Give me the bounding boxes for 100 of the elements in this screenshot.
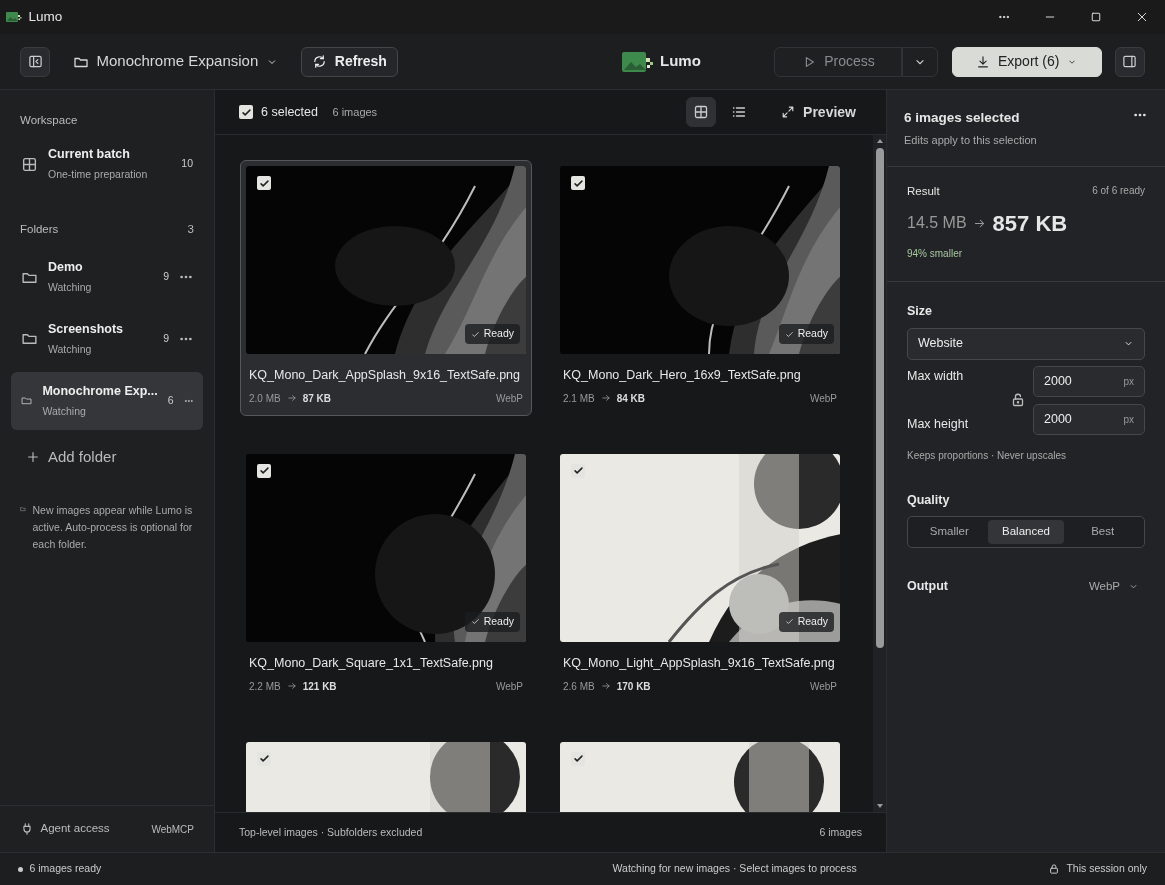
section-heading: Folders (20, 222, 59, 237)
size-label: Size (907, 303, 933, 321)
image-checkbox[interactable] (257, 176, 271, 190)
refresh-button[interactable]: Refresh (300, 46, 398, 77)
check-icon (258, 177, 270, 189)
savings-label: 94% smaller (907, 247, 964, 262)
grid-view-button[interactable] (686, 97, 717, 127)
export-button[interactable]: Export (6) (951, 46, 1102, 77)
app-logo-icon (6, 11, 22, 23)
scrollbar[interactable] (873, 135, 886, 812)
check-icon (784, 617, 794, 627)
quality-option[interactable]: Balanced (987, 519, 1065, 544)
refresh-icon (311, 54, 327, 69)
sidebar-toggle-icon (27, 54, 43, 69)
check-icon (470, 617, 480, 627)
status-message: 6 images ready (29, 861, 102, 877)
format-label: WebP (809, 679, 837, 694)
result-label: Result (907, 184, 940, 199)
maximize-icon[interactable] (1090, 11, 1102, 23)
ready-badge: Ready (778, 324, 834, 344)
check-icon (258, 465, 270, 477)
sidebar-item[interactable]: Screenshots Watching 9 (11, 310, 203, 368)
arrow-icon (286, 393, 297, 404)
image-count: 6 images (332, 104, 379, 120)
original-size: 2.0 MB (249, 391, 281, 406)
scroll-down-icon[interactable] (875, 802, 884, 810)
compressed-size: 87 KB (302, 391, 333, 406)
folder-dropdown[interactable]: Monochrome Expansion (66, 46, 285, 77)
image-checkbox[interactable] (571, 176, 585, 190)
download-icon (976, 54, 990, 69)
image-card[interactable]: Ready KQ_Mono_Dark_AppSplash_9x16_TextSafe.png 2.0 MB 87 KB WebP (240, 160, 532, 416)
ready-badge: Ready (778, 612, 834, 632)
format-label: WebP (809, 391, 837, 406)
status-dot (18, 866, 23, 872)
sidebar-toggle-button[interactable] (20, 46, 50, 77)
check-icon (258, 753, 270, 764)
panel-title: 6 images selected (904, 109, 1021, 127)
agent-access-value: WebMCP (151, 822, 194, 837)
result-status: 6 of 6 ready (1092, 184, 1145, 198)
section-heading: Workspace (20, 113, 78, 128)
sidebar-item[interactable]: Monochrome Exp... Watching 6 (11, 371, 203, 430)
selection-count: 6 selected (261, 103, 318, 121)
select-all-checkbox[interactable] (239, 105, 253, 119)
check-icon (240, 106, 252, 118)
image-card[interactable]: Ready KQ_Mono_Dark_Hero_16x9_TextSafe.png 2.1 MB 84 KB WebP (554, 160, 846, 416)
grid-footer-note: Top-level images · Subfolders excluded (239, 824, 423, 840)
output-dropdown[interactable]: WebP (1082, 573, 1145, 599)
panel-subtitle: Edits apply to this selection (904, 132, 1037, 148)
max-height-label: Max height (907, 416, 970, 434)
panel-toggle-icon (1122, 54, 1138, 69)
max-width-label: Max width (907, 367, 965, 385)
status-hint: Watching for new images · Select images to process (612, 861, 857, 877)
brand-logo-icon (621, 49, 654, 74)
result-total-size: 857 KB (992, 209, 1068, 238)
arrow-icon (600, 393, 611, 404)
plug-icon (20, 822, 34, 836)
max-width-field[interactable]: 2000 px (1033, 366, 1145, 397)
compressed-size: 121 KB (302, 679, 338, 694)
original-size: 2.2 MB (249, 679, 281, 694)
window-title: Lumo (28, 7, 64, 26)
plus-icon (26, 449, 40, 464)
check-icon (572, 465, 584, 477)
file-name: KQ_Mono_Dark_Hero_16x9_TextSafe.png (562, 367, 802, 384)
max-height-field[interactable]: 2000 px (1033, 403, 1145, 435)
grid-footer-count: 6 images (819, 824, 862, 840)
file-name: KQ_Mono_Light_AppSplash_9x16_TextSafe.png (562, 654, 836, 672)
check-icon (470, 329, 480, 339)
format-label: WebP (495, 679, 523, 694)
brand-name: Lumo (660, 51, 701, 72)
check-icon (572, 753, 584, 764)
grid-icon (21, 155, 38, 173)
original-total-size: 14.5 MB (907, 213, 967, 234)
quality-label: Quality (907, 491, 951, 509)
image-card[interactable]: Ready KQ_Mono_Dark_Square_1x1_TextSafe.png 2.2 MB 121 KB WebP (240, 447, 532, 704)
image-card[interactable]: Ready KQ_Mono_Light_AppSplash_9x16_TextSafe.png 2.6 MB 170 KB WebP (554, 447, 846, 704)
quality-option[interactable]: Best (1064, 519, 1141, 544)
quality-option[interactable]: Smaller (911, 519, 988, 544)
session-label: This session only (1066, 861, 1147, 877)
arrow-icon (600, 681, 611, 691)
output-label: Output (907, 578, 949, 595)
close-icon[interactable] (1136, 11, 1148, 23)
original-size: 2.6 MB (563, 679, 595, 694)
compressed-size: 84 KB (616, 391, 647, 406)
grid-icon (693, 104, 710, 120)
preview-button[interactable]: Preview (775, 97, 862, 127)
add-folder-button[interactable]: Add folder (20, 441, 214, 472)
format-label: WebP (495, 391, 523, 406)
size-hint: Keeps proportions · Never upscales (907, 448, 1067, 463)
scroll-up-icon[interactable] (875, 137, 884, 145)
panel-toggle-button[interactable] (1115, 46, 1145, 77)
list-icon (731, 104, 748, 120)
sidebar-item[interactable]: Current batch One-time preparation 10 (11, 137, 203, 191)
file-name: KQ_Mono_Dark_AppSplash_9x16_TextSafe.png (248, 367, 521, 384)
check-icon (784, 329, 794, 339)
size-dropdown[interactable]: Website (907, 327, 1145, 360)
sidebar-item[interactable]: Demo Watching 9 (11, 248, 203, 306)
arrow-icon (286, 681, 297, 691)
agent-access-label: Agent access (40, 821, 111, 837)
info-note: New images appear while Lumo is active. Auto-process is optional for each folder. (32, 503, 194, 552)
ready-badge: Ready (464, 612, 520, 632)
